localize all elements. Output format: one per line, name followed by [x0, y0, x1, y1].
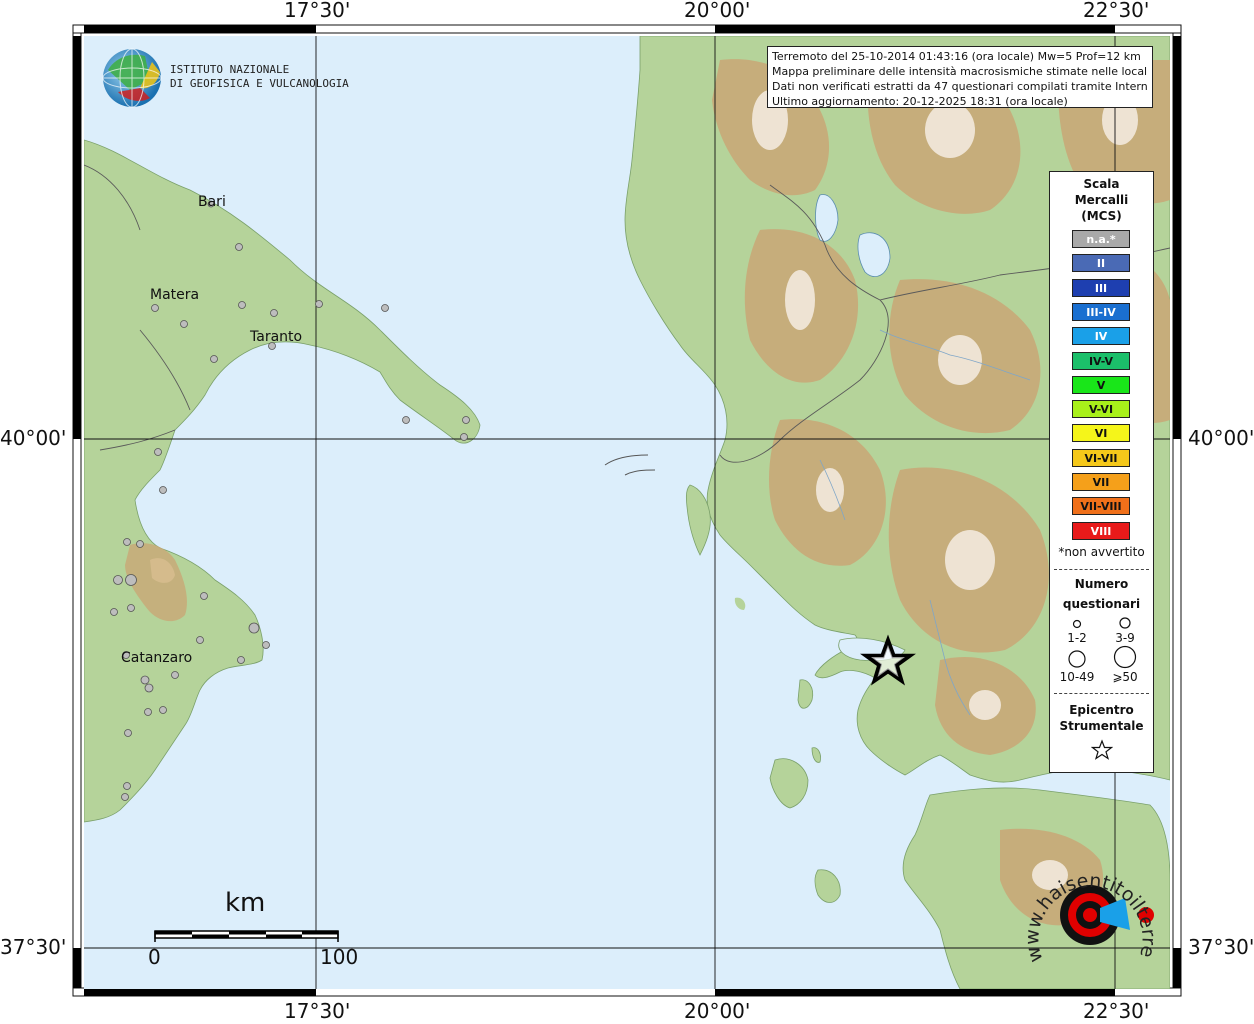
tick-bottom-1: 17°30' [284, 999, 351, 1023]
station-point [171, 671, 179, 679]
city-label-catanzaro: Catanzaro [121, 650, 192, 666]
tick-right-2: 37°30' [1188, 935, 1254, 959]
event-info-line3: Dati non verificati estratti da 47 quest… [772, 80, 1148, 93]
station-point [235, 243, 243, 251]
event-info-line1: Terremoto del 25-10-2014 01:43:16 (ora l… [772, 50, 1141, 63]
intensity-chip: V [1072, 375, 1130, 394]
legend-star-icon [1091, 739, 1113, 760]
station-point [237, 656, 245, 664]
event-info-line2: Mappa preliminare delle intensità macros… [772, 65, 1148, 78]
ingv-name-line1: ISTITUTO NAZIONALE [170, 63, 290, 76]
city-label-taranto: Taranto [249, 329, 302, 345]
legend-note: *non avvertito [1058, 545, 1145, 559]
intensity-chip: IV [1072, 327, 1130, 346]
station-point [196, 636, 204, 644]
scale-unit: km [225, 888, 266, 918]
station-point [110, 608, 118, 616]
intensity-chip: n.a.* [1072, 230, 1130, 248]
station-point [462, 416, 470, 424]
scale-start: 0 [148, 945, 161, 969]
station-point [151, 304, 159, 312]
ingv-logo-icon [102, 48, 162, 108]
station-point [381, 304, 389, 312]
intensity-chip: VII [1072, 473, 1130, 491]
tick-top-3: 22°30' [1083, 0, 1150, 22]
station-point [210, 355, 218, 363]
intensity-chip: II [1072, 254, 1130, 273]
event-info-line4: Ultimo aggiornamento: 20-12-2025 18:31 (… [772, 95, 1068, 108]
ingv-name: ISTITUTO NAZIONALE DI GEOFISICA E VULCAN… [170, 63, 349, 91]
city-label-bari: Bari [198, 194, 226, 210]
ingv-name-line2: DI GEOFISICA E VULCANOLOGIA [170, 77, 349, 90]
count-title-2: questionari [1062, 597, 1141, 611]
station-point [180, 320, 188, 328]
station-point [262, 641, 270, 649]
station-point [270, 309, 278, 317]
station-point [460, 433, 468, 441]
station-point [200, 592, 208, 600]
intensity-chip: VIII [1072, 521, 1130, 540]
station-point [125, 574, 137, 586]
station-point [127, 604, 135, 612]
legend-title-3: (MCS) [1081, 209, 1122, 223]
count-title-1: Numero [1074, 577, 1129, 591]
intensity-chip: IV-V [1072, 351, 1130, 370]
station-point [123, 782, 131, 790]
scale-end: 100 [320, 945, 359, 969]
station-point [159, 706, 167, 714]
intensity-chip: III-IV [1072, 302, 1130, 321]
tick-bottom-3: 22°30' [1083, 999, 1150, 1023]
tick-left-2: 37°30' [0, 935, 67, 959]
intensity-chip: III [1072, 278, 1130, 297]
intensity-chip: VI-VII [1072, 448, 1130, 467]
station-point [144, 708, 152, 716]
count-label-4: ⩾50 [1112, 670, 1138, 684]
station-point [140, 675, 150, 685]
epi-title-2: Strumentale [1059, 719, 1144, 733]
legend-divider [1054, 569, 1149, 570]
legend-title-2: Mercalli [1074, 193, 1129, 207]
station-point [136, 540, 144, 548]
count-label-1: 1-2 [1067, 631, 1087, 645]
station-point [144, 683, 154, 693]
legend-panel: Scala Mercalli (MCS) n.a.* II III III-IV IV I… [1049, 171, 1154, 773]
city-label-matera: Matera [150, 287, 199, 303]
station-point [238, 301, 246, 309]
event-info-box: Terremoto del 25-10-2014 01:43:16 (ora l… [767, 46, 1153, 108]
intensity-chip: VII-VIII [1072, 497, 1130, 516]
station-point [315, 300, 323, 308]
tick-bottom-2: 20°00' [684, 999, 751, 1023]
count-label-2: 3-9 [1115, 631, 1135, 645]
station-point [154, 448, 162, 456]
station-point [124, 729, 132, 737]
tick-top-1: 17°30' [284, 0, 351, 22]
intensity-chip: VI [1072, 424, 1130, 443]
legend-divider [1054, 693, 1149, 694]
tick-left-1: 40°00' [0, 426, 67, 450]
station-point [402, 416, 410, 424]
tick-right-1: 40°00' [1188, 426, 1254, 450]
epi-title-1: Epicentro [1069, 703, 1134, 717]
station-point [248, 622, 260, 634]
station-point [159, 486, 167, 494]
intensity-chip: V-VI [1072, 400, 1130, 419]
tick-top-2: 20°00' [684, 0, 751, 22]
station-point [121, 793, 129, 801]
station-point [113, 575, 123, 585]
legend-title-1: Scala [1083, 177, 1120, 191]
station-point [123, 538, 131, 546]
count-label-3: 10-49 [1059, 670, 1095, 684]
